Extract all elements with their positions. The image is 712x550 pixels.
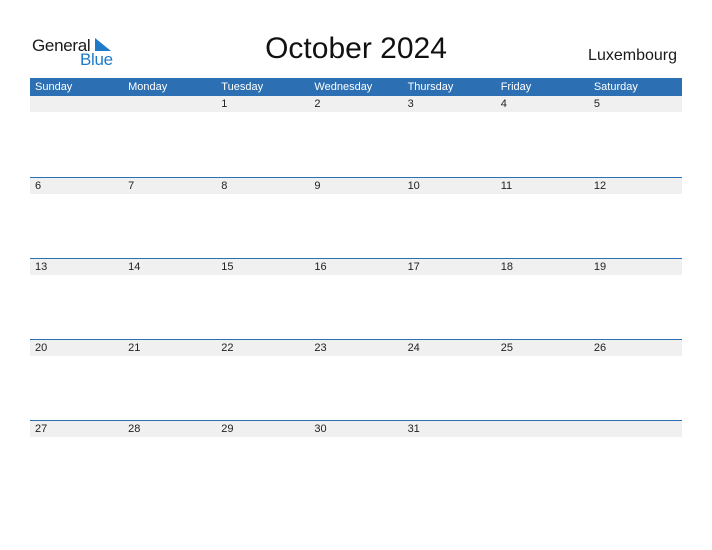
date-strip: 20 21 22 23 24 25 26 xyxy=(30,340,682,356)
day-cell: 21 xyxy=(128,342,141,354)
day-cell: 29 xyxy=(221,423,234,435)
weekday-saturday: Saturday xyxy=(593,81,638,93)
day-cell: 3 xyxy=(407,98,414,110)
weekday-header: Sunday Monday Tuesday Wednesday Thursday… xyxy=(30,78,682,96)
week-row: 6 7 8 9 10 11 12 xyxy=(30,177,682,258)
weekday-sunday: Sunday xyxy=(35,81,73,93)
day-cell: 9 xyxy=(314,180,321,192)
day-cell: 16 xyxy=(314,261,327,273)
day-cell: 5 xyxy=(593,98,600,110)
day-cell xyxy=(30,96,123,112)
day-cell: 10 xyxy=(407,180,420,192)
week-row: 20 21 22 23 24 25 26 xyxy=(30,339,682,420)
day-cell: 24 xyxy=(407,342,420,354)
day-cell: 22 xyxy=(221,342,234,354)
day-cell: 20 xyxy=(35,342,48,354)
day-cell: 11 xyxy=(500,180,513,192)
date-strip: 27 28 29 30 31 xyxy=(30,421,682,437)
day-cell: 18 xyxy=(500,261,513,273)
day-cell: 14 xyxy=(128,261,141,273)
day-cell: 15 xyxy=(221,261,234,273)
day-cell: 27 xyxy=(35,423,48,435)
weekday-tuesday: Tuesday xyxy=(221,81,264,93)
weekday-monday: Monday xyxy=(128,81,168,93)
day-cell xyxy=(589,421,682,437)
day-cell: 19 xyxy=(593,261,607,273)
day-cell: 1 xyxy=(221,98,228,110)
day-cell: 6 xyxy=(35,180,42,192)
day-cell: 17 xyxy=(407,261,420,273)
week-row: 1 2 3 4 5 xyxy=(30,96,682,177)
day-cell: 25 xyxy=(500,342,513,354)
day-cell: 4 xyxy=(500,98,507,110)
day-cell: 26 xyxy=(593,342,607,354)
day-cell: 8 xyxy=(221,180,228,192)
day-cell: 31 xyxy=(407,423,420,435)
day-cell: 28 xyxy=(128,423,141,435)
weekday-friday: Friday xyxy=(500,81,532,93)
date-strip: 6 7 8 9 10 11 12 xyxy=(30,178,682,194)
weekday-thursday: Thursday xyxy=(407,81,454,93)
calendar-grid: Sunday Monday Tuesday Wednesday Thursday… xyxy=(30,78,682,501)
date-strip: 13 14 15 16 17 18 19 xyxy=(30,259,682,275)
week-row: 13 14 15 16 17 18 19 xyxy=(30,258,682,339)
week-row: 27 28 29 30 31 xyxy=(30,420,682,501)
country-label: Luxembourg xyxy=(588,47,677,64)
day-cell: 23 xyxy=(314,342,327,354)
day-cell xyxy=(496,421,589,437)
day-cell: 12 xyxy=(593,180,607,192)
day-cell: 13 xyxy=(35,261,48,273)
date-strip: 1 2 3 4 5 xyxy=(30,96,682,112)
day-cell: 2 xyxy=(314,98,321,110)
day-cell xyxy=(123,96,216,112)
day-cell: 7 xyxy=(128,180,135,192)
day-cell: 30 xyxy=(314,423,327,435)
weekday-wednesday: Wednesday xyxy=(314,81,373,93)
